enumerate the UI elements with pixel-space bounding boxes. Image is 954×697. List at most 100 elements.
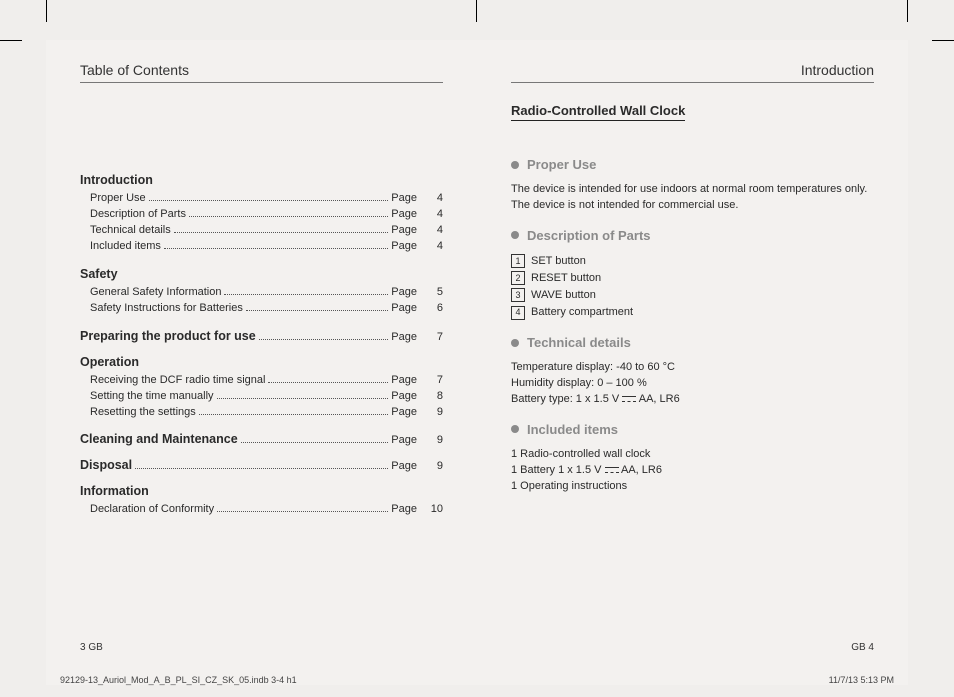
- included-line: 1 Battery 1 x 1.5 V AA, LR6: [511, 464, 662, 476]
- right-page: Introduction Radio-Controlled Wall Clock…: [477, 40, 908, 685]
- part-row: 3 WAVE button: [511, 287, 874, 304]
- toc-section-title: Introduction: [80, 173, 443, 187]
- toc-leader: [224, 294, 388, 295]
- toc-line-label: Included items: [90, 239, 161, 255]
- toc-section-title: Safety: [80, 267, 443, 281]
- toc-line-label: Technical details: [90, 223, 171, 239]
- toc-section-title-text: Operation: [80, 355, 139, 369]
- toc-section: DisposalPage9: [80, 458, 443, 472]
- dc-symbol-icon: [622, 395, 636, 403]
- header-rule: [511, 82, 874, 83]
- toc-leader: [149, 200, 389, 201]
- toc-line-label: Proper Use: [90, 191, 146, 207]
- toc-page-label: Page: [391, 207, 417, 223]
- toc-section: Safety General Safety InformationPage5Saf…: [80, 267, 443, 317]
- toc-page-label: Page: [391, 331, 417, 343]
- section-heading-parts: Description of Parts: [511, 228, 874, 243]
- page: Table of Contents Introduction Proper Use…: [0, 0, 954, 697]
- included-line: 1 Operating instructions: [511, 480, 627, 492]
- toc-line-label: Safety Instructions for Batteries: [90, 301, 243, 317]
- part-label: SET button: [531, 253, 586, 270]
- left-header: Table of Contents: [80, 62, 443, 78]
- section-heading-included: Included items: [511, 422, 874, 437]
- imprint-datetime: 11/7/13 5:13 PM: [829, 675, 894, 685]
- part-number-box: 2: [511, 271, 525, 285]
- toc-section-title-text: Preparing the product for use: [80, 329, 256, 343]
- toc-leader: [217, 398, 389, 399]
- toc-page-number: 4: [427, 191, 443, 207]
- section-heading-label: Proper Use: [527, 157, 596, 172]
- left-header-title: Table of Contents: [80, 62, 189, 78]
- included-items: 1 Radio-controlled wall clock 1 Battery …: [511, 447, 871, 495]
- toc-page-label: Page: [391, 434, 417, 446]
- toc-section-title: DisposalPage9: [80, 458, 443, 472]
- toc-leader: [135, 468, 388, 469]
- toc-leader: [164, 248, 388, 249]
- part-row: 2 RESET button: [511, 270, 874, 287]
- toc-line-label: Declaration of Conformity: [90, 502, 214, 518]
- toc-page-label: Page: [391, 373, 417, 389]
- part-number-box: 1: [511, 254, 525, 268]
- toc-page-label: Page: [391, 191, 417, 207]
- toc-section-title: Preparing the product for usePage7: [80, 329, 443, 343]
- toc-line: Safety Instructions for BatteriesPage6: [80, 301, 443, 317]
- bullet-icon: [511, 425, 519, 433]
- part-number-box: 3: [511, 288, 525, 302]
- toc-page-label: Page: [391, 502, 417, 518]
- toc-leader: [268, 382, 388, 383]
- article-title: Radio-Controlled Wall Clock: [511, 103, 685, 121]
- part-row: 4Battery compartment: [511, 304, 874, 321]
- toc-line-label: Setting the time manually: [90, 389, 214, 405]
- part-row: 1 SET button: [511, 253, 874, 270]
- toc-line: Description of PartsPage4: [80, 207, 443, 223]
- dc-symbol-icon: [605, 466, 619, 474]
- toc-page-number: 7: [427, 373, 443, 389]
- toc-page-label: Page: [391, 389, 417, 405]
- bullet-icon: [511, 161, 519, 169]
- toc-leader: [241, 442, 389, 443]
- proper-use-text: The device is intended for use indoors a…: [511, 182, 871, 214]
- header-rule: [80, 82, 443, 83]
- parts-list: 1 SET button 2 RESET button 3 WAVE button4Bat…: [511, 253, 874, 321]
- toc-page-number: 10: [427, 502, 443, 518]
- tech-details: Temperature display: -40 to 60 °C Humidi…: [511, 360, 871, 408]
- toc-line: Technical detailsPage4: [80, 223, 443, 239]
- part-label: WAVE button: [531, 287, 596, 304]
- toc-section: InformationDeclaration of ConformityPage…: [80, 484, 443, 518]
- sheet: Table of Contents Introduction Proper Use…: [46, 40, 908, 685]
- toc-line: Receiving the DCF radio time signalPage7: [80, 373, 443, 389]
- toc-line: Included itemsPage4: [80, 239, 443, 255]
- section-heading-proper-use: Proper Use: [511, 157, 874, 172]
- toc-section: Introduction Proper Use Page 4 Description o…: [80, 173, 443, 255]
- tech-line: Humidity display: 0 – 100 %: [511, 377, 647, 389]
- toc-leader: [217, 511, 388, 512]
- crop-mark: [932, 40, 954, 41]
- toc-leader: [246, 310, 388, 311]
- toc-leader: [189, 216, 388, 217]
- part-number-box: 4: [511, 306, 525, 320]
- toc-leader: [174, 232, 389, 233]
- toc-page-label: Page: [391, 239, 417, 255]
- crop-mark: [476, 0, 477, 22]
- toc-page-label: Page: [391, 460, 417, 472]
- toc-leader: [259, 339, 389, 340]
- part-label: RESET button: [531, 270, 601, 287]
- bullet-icon: [511, 231, 519, 239]
- right-header: Introduction: [511, 62, 874, 78]
- right-header-title: Introduction: [801, 62, 874, 78]
- spread: Table of Contents Introduction Proper Use…: [46, 40, 908, 685]
- toc-line: Proper Use Page 4: [80, 191, 443, 207]
- toc-page-label: Page: [391, 405, 417, 421]
- toc-section: Preparing the product for usePage7: [80, 329, 443, 343]
- toc-section-title-text: Introduction: [80, 173, 153, 187]
- toc-line: Setting the time manuallyPage8: [80, 389, 443, 405]
- toc-line: General Safety InformationPage5: [80, 285, 443, 301]
- section-heading-label: Included items: [527, 422, 618, 437]
- toc-section-title-text: Disposal: [80, 458, 132, 472]
- crop-mark: [46, 0, 47, 22]
- crop-mark: [907, 0, 908, 22]
- toc-line-label: Description of Parts: [90, 207, 186, 223]
- crop-mark: [0, 40, 22, 41]
- folio-right: GB 4: [851, 642, 874, 653]
- toc-page-number: 6: [427, 301, 443, 317]
